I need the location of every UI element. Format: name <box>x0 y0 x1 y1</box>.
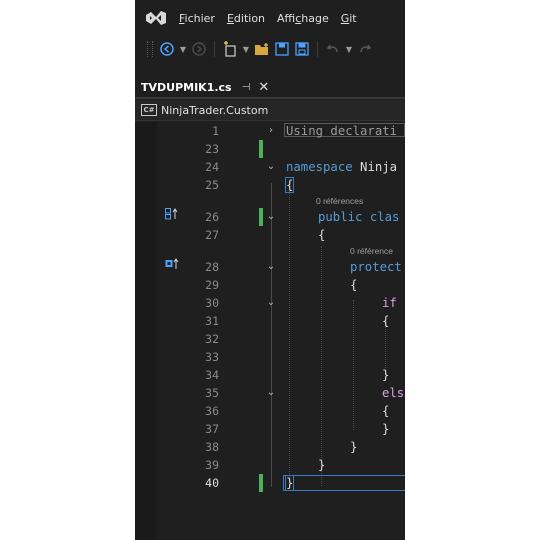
collapse-icon[interactable]: ⌄ <box>266 384 276 402</box>
toolbar-separator <box>317 41 318 57</box>
if-keyword: if <box>382 296 397 310</box>
line-number: 33 <box>205 350 219 364</box>
line-number: 24 <box>205 160 219 174</box>
navigate-forward-icon[interactable] <box>191 41 207 57</box>
menu-git[interactable]: Git <box>341 12 357 25</box>
toolbar-grip[interactable] <box>147 41 153 57</box>
close-tab-icon[interactable]: ✕ <box>258 80 269 95</box>
line-number: 35 <box>205 386 219 400</box>
menu-edition[interactable]: Edition <box>227 12 265 25</box>
standard-toolbar: ▼ ▼ ▼ <box>135 36 405 62</box>
change-indicator <box>259 140 263 158</box>
line-number: 38 <box>205 440 219 454</box>
visual-studio-window: Fichier Edition Affichage Git ▼ ▼ ▼ TVDU… <box>135 0 405 540</box>
code-line: 24 ⌄ namespace Ninja <box>135 158 405 176</box>
code-line: 25 { <box>135 176 405 194</box>
code-line: 32 <box>135 330 405 348</box>
line-number: 31 <box>205 314 219 328</box>
code-line: 29 { <box>135 276 405 294</box>
project-dropdown[interactable]: NinjaTrader.Custom <box>161 104 268 117</box>
class-declaration: public clas <box>318 210 400 224</box>
namespace-declaration: namespace Ninja <box>286 160 398 174</box>
code-line: 31 { <box>135 312 405 330</box>
open-brace: { <box>382 314 390 328</box>
open-brace: { <box>284 177 295 193</box>
line-number: 32 <box>205 332 219 346</box>
expand-icon[interactable]: › <box>266 122 276 140</box>
code-line: 37 } <box>135 420 405 438</box>
code-line current-line: 40 } <box>135 474 405 492</box>
code-line: 36 { <box>135 402 405 420</box>
save-icon[interactable] <box>274 41 290 57</box>
visual-studio-logo-icon[interactable] <box>145 9 167 27</box>
code-line: 30 ⌄ if <box>135 294 405 312</box>
new-project-icon[interactable] <box>222 41 238 57</box>
line-number: 29 <box>205 278 219 292</box>
collapse-icon[interactable]: ⌄ <box>266 294 276 312</box>
undo-icon[interactable] <box>325 41 341 57</box>
document-tab-strip: TVDUPMIK1.cs ⊣ ✕ <box>135 77 405 99</box>
save-all-icon[interactable] <box>294 41 310 57</box>
line-number: 27 <box>205 228 219 242</box>
code-line: 27 { <box>135 226 405 244</box>
code-line: 23 <box>135 140 405 158</box>
line-number: 23 <box>205 142 219 156</box>
code-line: 1 › Using declarati <box>135 122 405 140</box>
close-brace: } <box>350 440 358 454</box>
menu-affichage[interactable]: Affichage <box>277 12 329 25</box>
document-tab[interactable]: TVDUPMIK1.cs ⊣ ✕ <box>135 77 277 97</box>
code-line: 33 <box>135 348 405 366</box>
line-number: 36 <box>205 404 219 418</box>
navigate-back-icon[interactable] <box>159 41 175 57</box>
open-brace: { <box>318 228 326 242</box>
method-declaration: protect <box>350 260 402 274</box>
menu-fichier[interactable]: Fichier <box>179 12 215 25</box>
code-line: 34 } <box>135 366 405 384</box>
collapse-icon[interactable]: ⌄ <box>266 158 276 176</box>
line-number: 28 <box>205 260 219 274</box>
tab-title: TVDUPMIK1.cs <box>141 80 232 94</box>
code-line: 35 ⌄ els <box>135 384 405 402</box>
line-number: 26 <box>205 210 219 224</box>
line-number: 40 <box>205 476 219 490</box>
collapse-icon[interactable]: ⌄ <box>266 258 276 276</box>
line-number: 39 <box>205 458 219 472</box>
close-brace: } <box>382 368 390 382</box>
change-indicator <box>259 474 263 492</box>
open-brace: { <box>350 278 358 292</box>
code-line: 39 } <box>135 456 405 474</box>
navigate-back-dropdown-icon[interactable]: ▼ <box>179 45 187 54</box>
line-number: 1 <box>212 124 219 138</box>
navigation-bar: C# NinjaTrader.Custom <box>135 100 405 121</box>
code-line: 38 } <box>135 438 405 456</box>
code-editor[interactable]: 1 › Using declarati 23 24 ⌄ namespace Ni… <box>135 122 405 540</box>
using-declarations-text: Using declarati <box>286 124 398 138</box>
line-number: 25 <box>205 178 219 192</box>
redo-icon[interactable] <box>357 41 373 57</box>
collapse-icon[interactable]: ⌄ <box>266 208 276 226</box>
change-indicator <box>259 208 263 226</box>
open-brace: { <box>382 404 390 418</box>
undo-dropdown-icon[interactable]: ▼ <box>345 45 353 54</box>
toolbar-separator <box>214 41 215 57</box>
close-brace: } <box>318 458 326 472</box>
open-folder-icon[interactable] <box>254 41 270 57</box>
pin-tab-icon[interactable]: ⊣ <box>242 82 251 93</box>
references-codelens[interactable]: 0 référence <box>350 246 393 256</box>
else-keyword: els <box>382 386 405 400</box>
new-project-dropdown-icon[interactable]: ▼ <box>242 45 250 54</box>
close-brace: } <box>284 475 295 491</box>
line-number: 34 <box>205 368 219 382</box>
references-codelens[interactable]: 0 références <box>316 196 363 206</box>
current-line-highlight <box>283 475 405 491</box>
line-number: 30 <box>205 296 219 310</box>
menu-bar: Fichier Edition Affichage Git <box>135 0 405 36</box>
csharp-project-icon: C# <box>141 104 157 116</box>
code-line: 28 ⌄ protect <box>135 258 405 276</box>
line-number: 37 <box>205 422 219 436</box>
close-brace: } <box>382 422 390 436</box>
code-line: 26 ⌄ public clas <box>135 208 405 226</box>
